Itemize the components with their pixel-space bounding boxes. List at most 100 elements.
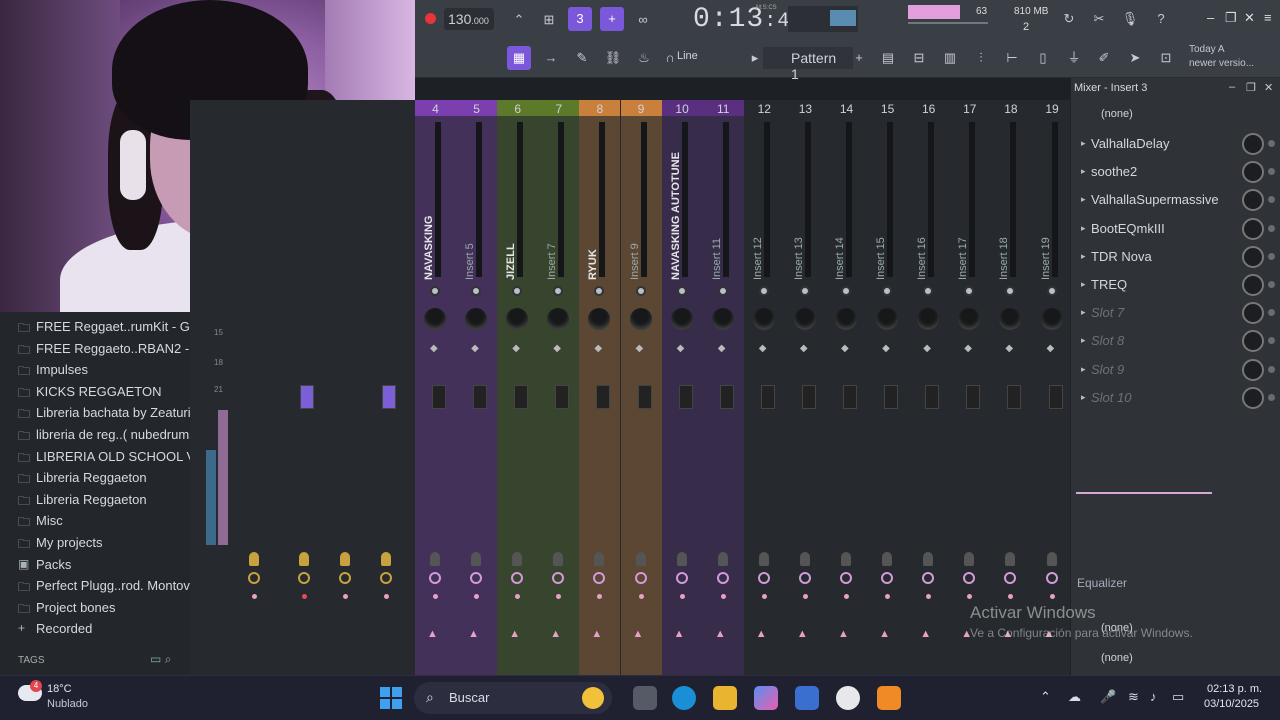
browser-item[interactable]: 🗀 Misc (0, 510, 190, 531)
effect-slot[interactable]: ▸ soothe2 (1077, 159, 1277, 185)
strip-route-dot[interactable] (761, 594, 767, 599)
mixer-strip-12[interactable]: 12 Insert 12 ◆ ▲ (744, 100, 785, 675)
strip-route-arrow-icon[interactable]: ▲ (427, 628, 438, 640)
slot-mix-knob[interactable] (1242, 189, 1264, 212)
strip-clock-icon[interactable] (380, 572, 392, 584)
link-icon[interactable]: ⛓ (601, 46, 625, 70)
strip-name[interactable]: Insert 17 (957, 120, 969, 280)
browser-item[interactable]: 🗀 Libreria Reggaeton (0, 467, 190, 488)
strip-fader[interactable] (925, 385, 940, 409)
chevron-up-icon[interactable]: ⌃ (1040, 689, 1051, 705)
slot-enable-led[interactable] (1268, 393, 1275, 401)
stamp-icon[interactable]: ♨ (632, 46, 656, 70)
output-select-2[interactable]: (none) (1101, 652, 1133, 664)
file-explorer-icon[interactable] (713, 686, 737, 710)
edge-icon[interactable] (672, 686, 696, 710)
strip-route-arrow-icon[interactable]: ▲ (591, 628, 602, 640)
strip-send-knob[interactable] (964, 286, 975, 296)
strip-name[interactable]: Insert 12 (752, 120, 764, 280)
pattern-selector[interactable]: Pattern 1 (763, 47, 853, 82)
strip-name[interactable]: Insert 13 (793, 120, 805, 280)
strip-send-knob[interactable] (758, 286, 769, 296)
strip-pan-knob[interactable] (547, 308, 570, 330)
effect-slot[interactable]: ▸ TREQ (1077, 272, 1277, 298)
minimize-icon[interactable]: – (1207, 10, 1214, 25)
weather-temperature[interactable]: 18°C (47, 683, 72, 695)
help-icon[interactable]: ? (1149, 7, 1173, 31)
mixer-strip-13[interactable]: 13 Insert 13 ◆ ▲ (785, 100, 826, 675)
strip-fader[interactable] (473, 385, 488, 409)
strip-name[interactable]: RYUK (587, 120, 599, 280)
expand-arrow-icon[interactable]: ▸ (1081, 166, 1086, 177)
strip-clock-icon[interactable] (675, 572, 688, 584)
slot-enable-led[interactable] (1268, 140, 1275, 147)
strip-route-arrow-icon[interactable]: ▲ (920, 628, 931, 640)
effect-slot[interactable]: ▸ Slot 7 (1077, 300, 1277, 326)
strip-route-dot[interactable] (967, 594, 973, 599)
strip-fader[interactable] (884, 385, 899, 409)
expand-arrow-icon[interactable]: ▸ (1081, 138, 1086, 149)
strip-route-dot[interactable] (844, 594, 849, 599)
expand-arrow-icon[interactable]: ▸ (1081, 392, 1086, 403)
mixer-strip-5[interactable]: 5 Insert 5 ◆ ▲ (456, 100, 498, 675)
strip-send-knob[interactable] (841, 286, 851, 296)
mixer-strip-2[interactable] (284, 100, 325, 675)
strip-route-arrow-icon[interactable]: ▲ (550, 628, 561, 640)
strip-stereo-icon[interactable]: ◆ (882, 343, 890, 354)
effect-slot[interactable]: ▸ Slot 9 (1077, 357, 1277, 383)
strip-fader[interactable] (382, 385, 396, 409)
effect-slot[interactable]: ▸ ValhallaSupermassive (1077, 187, 1277, 213)
strip-send-knob[interactable] (1005, 286, 1016, 296)
strip-stereo-icon[interactable]: ◆ (471, 343, 479, 354)
store-icon[interactable] (795, 686, 819, 710)
slot-mix-knob[interactable] (1242, 245, 1264, 268)
strip-clock-icon[interactable] (1004, 572, 1017, 584)
file-icon[interactable]: ▯ (1031, 46, 1055, 70)
strip-send-knob[interactable] (635, 286, 646, 296)
strip-stereo-icon[interactable]: ◆ (759, 343, 767, 354)
browser-item[interactable]: 🗀 Libreria bachata by Zeaturing (0, 402, 190, 423)
strip-name[interactable]: NAVASKING AUTOTUNE (670, 120, 682, 280)
strip-name[interactable]: Insert 5 (464, 120, 476, 280)
browser-item[interactable]: 🗀 FREE Reggaet..rumKit - GOAT (0, 316, 190, 337)
strip-name[interactable]: Insert 19 (1040, 120, 1052, 280)
input-select[interactable]: (none) (1101, 108, 1133, 120)
strip-name[interactable]: Insert 15 (875, 120, 887, 280)
slot-enable-led[interactable] (1268, 337, 1275, 345)
strip-fader[interactable] (760, 385, 775, 409)
snap-mode-select[interactable]: Line (677, 50, 698, 62)
strip-clock-icon[interactable] (429, 572, 441, 584)
metronome-icon[interactable]: ⌃ (507, 8, 531, 32)
strip-pan-knob[interactable] (958, 308, 981, 330)
strip-route-dot[interactable] (1049, 594, 1055, 599)
mixer-strip-3[interactable] (325, 100, 366, 675)
copilot-icon[interactable] (754, 686, 778, 710)
expand-arrow-icon[interactable]: ▸ (1081, 251, 1086, 262)
strip-fader[interactable] (1007, 385, 1022, 409)
strip-pan-knob[interactable] (465, 308, 488, 330)
strip-name[interactable]: Insert 11 (711, 120, 723, 280)
strip-route-dot[interactable] (515, 594, 521, 599)
strip-stereo-icon[interactable]: ◆ (1047, 343, 1055, 354)
browser-item[interactable]: 🗀 KICKS REGGAETON (0, 381, 190, 402)
strip-fader[interactable] (514, 385, 529, 409)
mixer-strip-8[interactable]: 8 RYUK ◆ ▲ (579, 100, 621, 675)
strip-clock-icon[interactable] (552, 572, 565, 584)
strip-send-knob[interactable] (799, 286, 810, 296)
strip-clock-icon[interactable] (798, 572, 811, 584)
strip-route-arrow-icon[interactable]: ▲ (797, 628, 808, 640)
strip-stereo-icon[interactable]: ◆ (430, 343, 438, 354)
strip-pan-knob[interactable] (424, 308, 446, 330)
strip-fader[interactable] (596, 385, 611, 409)
browser-item[interactable]: 🗀 libreria de reg..( nubedrums) (0, 424, 190, 445)
task-view-icon[interactable] (633, 686, 657, 710)
wait-input-icon[interactable]: ⊞ (537, 8, 561, 32)
strip-route-arrow-icon[interactable]: ▲ (756, 628, 767, 640)
strip-fader[interactable] (966, 385, 981, 409)
panel-minimize-icon[interactable]: – (1229, 81, 1235, 93)
slot-mix-knob[interactable] (1242, 217, 1264, 240)
browser-item[interactable]: 🗀 Project bones (0, 597, 190, 618)
strip-name[interactable]: Insert 18 (998, 120, 1010, 280)
strip-send-knob[interactable] (594, 286, 605, 296)
windows-start-icon[interactable] (380, 687, 402, 709)
